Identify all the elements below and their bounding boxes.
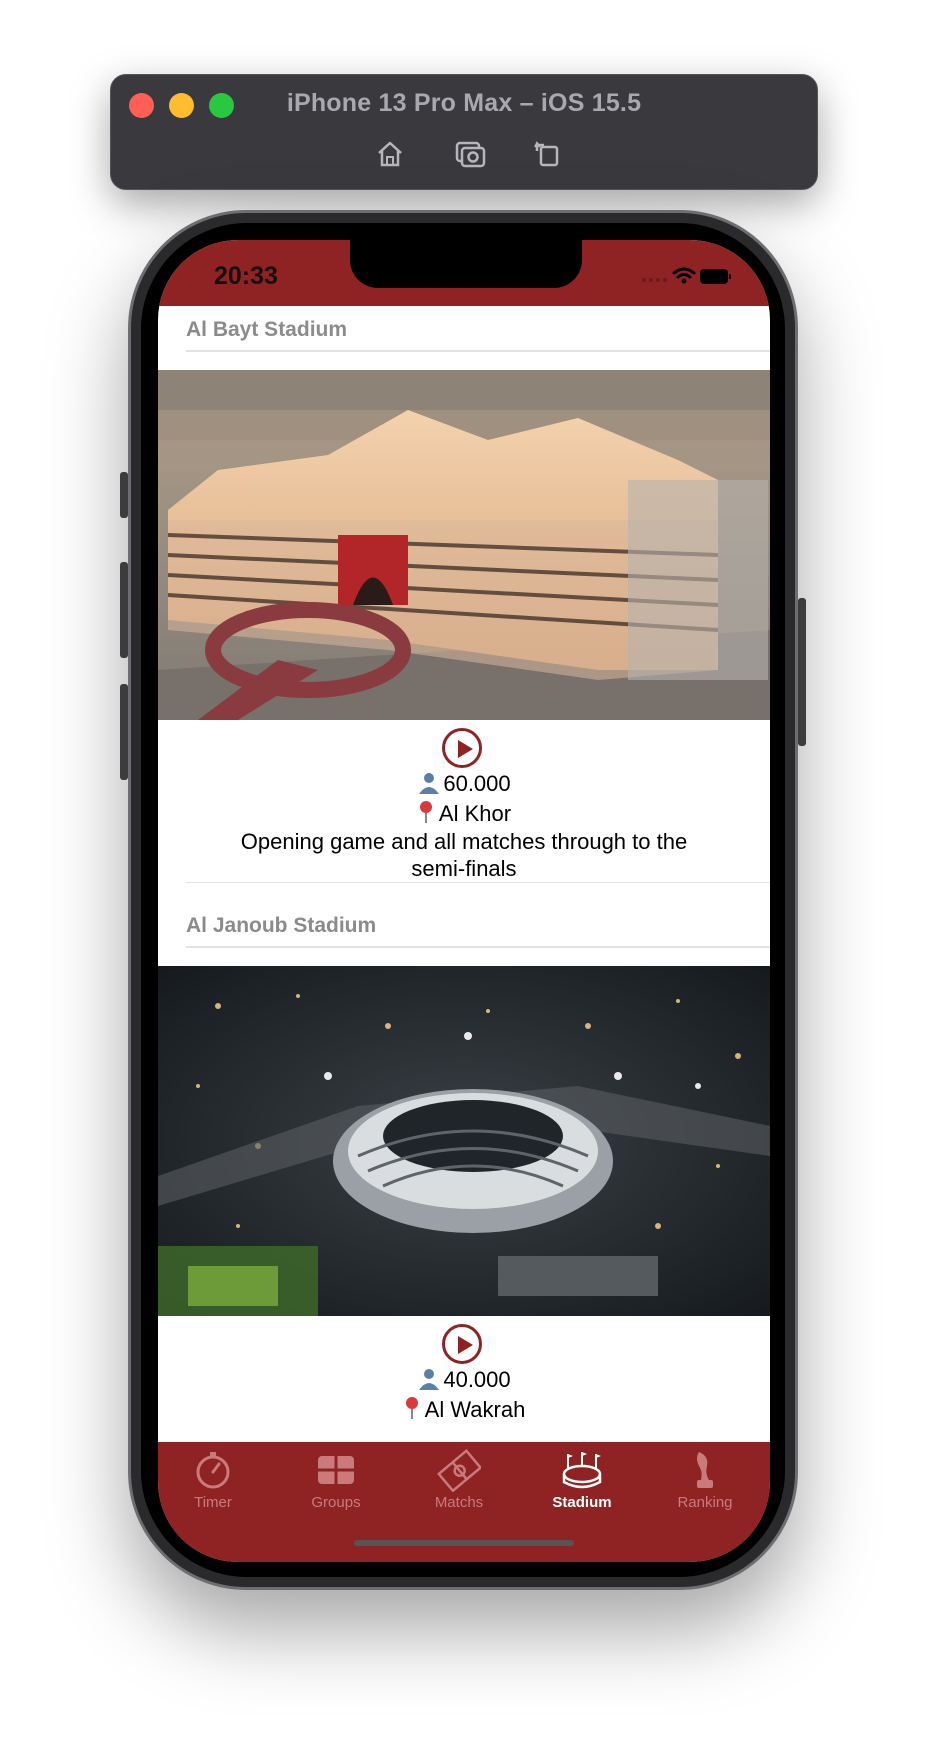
stadium-photo[interactable]	[158, 370, 770, 720]
stadium-list[interactable]: Al Bayt Stadium 60.000 Al Khor Opening g…	[158, 306, 770, 1442]
trophy-icon	[697, 1452, 713, 1488]
location-row: Al Wakrah	[158, 1396, 770, 1423]
tab-timer[interactable]: Timer	[158, 1448, 274, 1518]
stopwatch-icon	[196, 1452, 230, 1489]
section-header: Al Bayt Stadium	[186, 308, 770, 352]
simulator-titlebar: iPhone 13 Pro Max – iOS 15.5	[110, 74, 818, 190]
city-value: Al Wakrah	[424, 1397, 526, 1422]
stadium-description: Opening game and all matches through to …	[240, 829, 688, 881]
tab-groups[interactable]: Groups	[275, 1448, 397, 1518]
tab-ranking[interactable]: Ranking	[644, 1448, 766, 1518]
status-icons	[640, 264, 732, 288]
phone-screen: 20:33 Al Bayt Stadium 60.000 Al Khor Ope…	[158, 240, 770, 1562]
volume-down-button	[120, 684, 128, 780]
capacity-row: 60.000	[158, 770, 770, 797]
pin-icon	[419, 801, 432, 823]
section-header: Al Janoub Stadium	[186, 904, 770, 948]
stadium-icon	[562, 1452, 602, 1489]
tab-label: Stadium	[552, 1494, 612, 1511]
capacity-value: 40.000	[443, 1367, 511, 1392]
person-icon	[419, 773, 440, 794]
status-bar: 20:33	[158, 240, 770, 306]
tab-label: Timer	[194, 1494, 232, 1511]
tab-label: Matchs	[434, 1494, 484, 1511]
grid-icon	[318, 1456, 354, 1484]
volume-up-button	[120, 562, 128, 658]
signal-icon	[642, 278, 667, 282]
wifi-icon	[672, 267, 696, 279]
tab-label: Groups	[311, 1494, 361, 1511]
home-indicator[interactable]	[354, 1540, 574, 1546]
power-button	[798, 598, 806, 746]
tab-label: Ranking	[677, 1494, 733, 1511]
location-row: Al Khor	[158, 800, 770, 827]
notch	[350, 240, 582, 288]
city-value: Al Khor	[438, 801, 512, 826]
tab-matchs[interactable]: Matchs	[398, 1448, 520, 1518]
pin-icon	[405, 1397, 418, 1419]
screenshot-icon[interactable]	[453, 137, 487, 171]
tab-stadium[interactable]: Stadium	[521, 1448, 643, 1518]
tab-bar: Timer Groups Matchs Stadium Ranking	[158, 1442, 770, 1562]
capacity-row: 40.000	[158, 1366, 770, 1393]
home-icon[interactable]	[373, 137, 407, 171]
row-separator	[186, 882, 770, 883]
battery-icon	[700, 269, 731, 284]
capacity-value: 60.000	[443, 771, 511, 796]
stadium-photo[interactable]	[158, 966, 770, 1316]
simulator-title: iPhone 13 Pro Max – iOS 15.5	[286, 89, 642, 117]
play-video-button[interactable]	[442, 728, 482, 768]
person-icon	[419, 1369, 440, 1390]
rotate-icon[interactable]	[531, 137, 565, 171]
status-time: 20:33	[214, 262, 278, 290]
silent-switch	[120, 472, 128, 518]
pitch-icon	[437, 1449, 481, 1492]
play-video-button[interactable]	[442, 1324, 482, 1364]
